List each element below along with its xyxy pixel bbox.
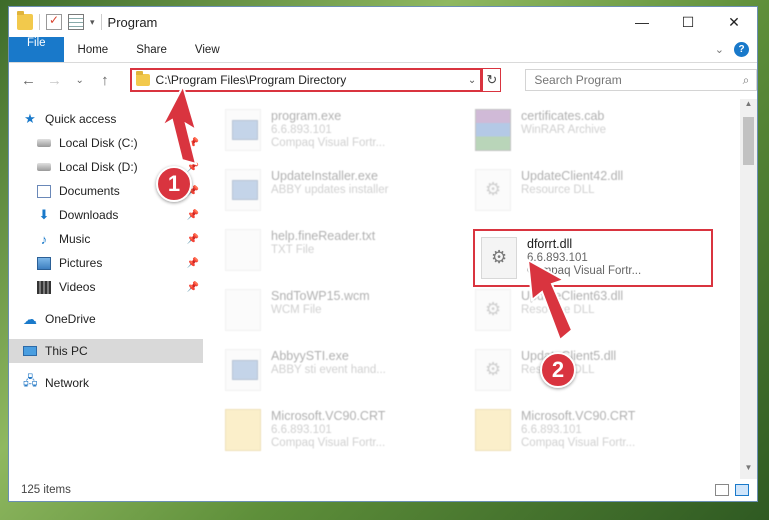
file-item-dforrt-dll[interactable]: dforrt.dll 6.6.893.101 Compaq Visual For… [481, 233, 641, 279]
computer-icon [23, 346, 37, 356]
disk-icon [37, 163, 51, 171]
tab-home[interactable]: Home [64, 37, 123, 62]
address-path[interactable]: C:\Program Files\Program Directory [156, 73, 468, 87]
folder-icon [135, 71, 150, 86]
file-item[interactable]: certificates.cab WinRAR Archive [475, 105, 725, 165]
tab-file[interactable]: File [9, 37, 64, 62]
file-item[interactable]: UpdateClient42.dllResource DLL [475, 165, 725, 225]
ribbon-tabs: File Home Share View ⌄ ? [9, 37, 757, 63]
scroll-down-icon[interactable]: ▼ [740, 463, 757, 477]
address-dropdown-icon[interactable]: ⌄ [468, 75, 480, 86]
file-explorer-window: ▾ Program — ☐ ✕ File Home Share View ⌄ ?… [8, 6, 758, 502]
pin-icon[interactable]: 📌 [187, 210, 199, 221]
network-icon: 🖧 [23, 373, 38, 388]
file-item[interactable]: SndToWP15.wcm WCM File [225, 285, 475, 345]
details-view-icon[interactable] [715, 484, 729, 496]
highlighted-file-box: dforrt.dll 6.6.893.101 Compaq Visual For… [473, 229, 713, 287]
dll-file-icon [475, 289, 511, 331]
file-list-pane: program.exe 6.6.893.101 Compaq Visual Fort… [203, 99, 757, 479]
cloud-icon: ☁ [23, 310, 37, 327]
search-input[interactable] [534, 73, 736, 87]
view-options-icon[interactable] [68, 14, 84, 30]
navigation-pane: ★ Quick access Local Disk (C:) 📌 Local D… [9, 99, 203, 479]
documents-icon [37, 184, 51, 198]
pin-icon[interactable]: 📌 [187, 234, 199, 245]
dll-file-icon [481, 237, 517, 279]
scroll-up-icon[interactable]: ▲ [740, 99, 757, 113]
file-name: dforrt.dll [527, 237, 573, 251]
maximize-button[interactable]: ☐ [665, 7, 711, 37]
sidebar-item-downloads[interactable]: ⬇ Downloads 📌 [9, 203, 203, 227]
tab-share[interactable]: Share [122, 37, 181, 62]
title-bar: ▾ Program — ☐ ✕ [9, 7, 757, 37]
file-item[interactable]: Microsoft.VC90.CRT 6.6.893.101 Compaq Visu… [225, 405, 475, 465]
help-icon[interactable]: ? [734, 42, 749, 57]
quick-access-toolbar: ▾ [9, 11, 102, 30]
chevron-down-icon[interactable]: ⌄ [715, 43, 724, 56]
file-item[interactable]: UpdateInstaller.exe ABBY updates installe… [225, 165, 475, 225]
text-file-icon [225, 289, 261, 331]
customize-toolbar-icon[interactable]: ▾ [90, 17, 95, 28]
pin-icon[interactable]: 📌 [187, 282, 199, 293]
sidebar-item-local-disk-c[interactable]: Local Disk (C:) 📌 [9, 131, 203, 155]
address-bar[interactable]: C:\Program Files\Program Directory ⌄ [129, 68, 483, 92]
pin-icon[interactable]: 📌 [187, 258, 199, 269]
file-item[interactable]: Microsoft.VC90.CRT 6.6.893.101 Compaq Visu… [475, 405, 725, 465]
window-title: Program [107, 14, 158, 30]
large-icons-view-icon[interactable] [735, 484, 749, 496]
status-bar: 125 items [9, 479, 757, 501]
scroll-thumb[interactable] [743, 117, 754, 165]
forward-button[interactable]: → [47, 72, 62, 89]
sidebar-item-pictures[interactable]: Pictures 📌 [9, 251, 203, 275]
folder-zip-icon [475, 409, 511, 451]
sidebar-item-network[interactable]: 🖧 Network [9, 371, 203, 395]
pin-icon[interactable]: 📌 [187, 162, 199, 173]
file-item[interactable]: program.exe 6.6.893.101 Compaq Visual Fort… [225, 105, 475, 165]
search-icon[interactable]: ⌕ [736, 73, 756, 88]
tab-view[interactable]: View [181, 37, 234, 62]
vertical-scrollbar[interactable]: ▲ ▼ [740, 99, 757, 479]
sidebar-item-videos[interactable]: Videos 📌 [9, 275, 203, 299]
step-2-badge: 2 [540, 352, 576, 388]
pictures-icon [37, 256, 51, 270]
up-button[interactable]: ↑ [98, 72, 111, 89]
recent-locations-button[interactable]: ⌄ [73, 75, 86, 86]
pin-icon[interactable]: 📌 [187, 138, 199, 149]
item-count: 125 items [21, 484, 71, 496]
exe-file-icon [225, 169, 261, 211]
folder-icon [17, 11, 33, 30]
dll-file-icon [475, 169, 511, 211]
back-button[interactable]: ← [21, 72, 36, 89]
exe-file-icon [225, 109, 261, 151]
folder-zip-icon [225, 409, 261, 451]
navigation-bar: ← → ⌄ ↑ C:\Program Files\Program Directo… [9, 63, 757, 97]
file-description: Compaq Visual Fortr... [527, 265, 642, 277]
search-box[interactable]: ⌕ [525, 69, 757, 91]
text-file-icon [225, 229, 261, 271]
downloads-icon: ⬇ [38, 207, 50, 222]
videos-icon [37, 280, 51, 294]
sidebar-item-onedrive[interactable]: ☁ OneDrive [9, 307, 203, 331]
close-button[interactable]: ✕ [711, 7, 757, 37]
sidebar-item-music[interactable]: ♪ Music 📌 [9, 227, 203, 251]
properties-icon[interactable] [46, 13, 62, 30]
refresh-button[interactable]: ↻ [482, 68, 502, 92]
dll-file-icon [475, 349, 511, 391]
disk-icon [37, 139, 51, 147]
minimize-button[interactable]: — [619, 7, 665, 37]
archive-file-icon [475, 109, 511, 151]
file-version: 6.6.893.101 [527, 252, 588, 264]
step-1-badge: 1 [156, 166, 192, 202]
exe-file-icon [225, 349, 261, 391]
music-icon: ♪ [40, 231, 48, 247]
star-icon: ★ [24, 111, 36, 126]
file-item[interactable]: help.fineReader.txt TXT File [225, 225, 475, 285]
sidebar-item-this-pc[interactable]: This PC [9, 339, 203, 363]
file-item[interactable]: AbbyySTI.exe ABBY sti event hand... [225, 345, 475, 405]
sidebar-item-quick-access[interactable]: ★ Quick access [9, 107, 203, 131]
file-item[interactable]: UpdateClient63.dllResource DLL [475, 285, 725, 345]
file-item[interactable]: UpdateClient5.dllResource DLL [475, 345, 725, 405]
